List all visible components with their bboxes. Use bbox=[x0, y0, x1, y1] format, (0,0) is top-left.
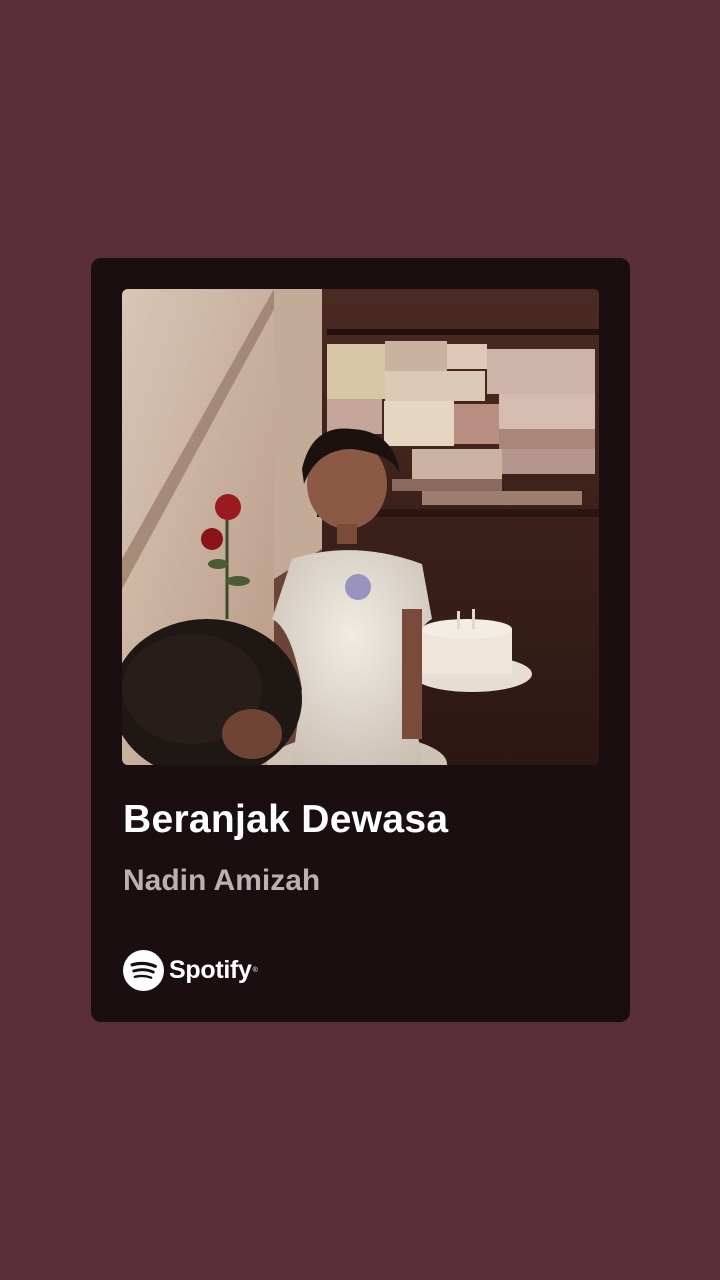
album-cover-image bbox=[122, 289, 599, 765]
artist-name: Nadin Amizah bbox=[123, 864, 321, 897]
track-share-card[interactable]: Beranjak Dewasa Nadin Amizah Spotify ® bbox=[91, 258, 630, 1022]
spotify-logo[interactable]: Spotify ® bbox=[123, 950, 258, 991]
spotify-icon bbox=[123, 950, 164, 991]
album-cover bbox=[122, 289, 599, 765]
track-title: Beranjak Dewasa bbox=[123, 798, 449, 841]
registered-mark: ® bbox=[252, 967, 258, 974]
spotify-wordmark: Spotify bbox=[169, 956, 252, 984]
story-background: { "track": { "title": "Beranjak Dewasa",… bbox=[0, 0, 720, 1280]
